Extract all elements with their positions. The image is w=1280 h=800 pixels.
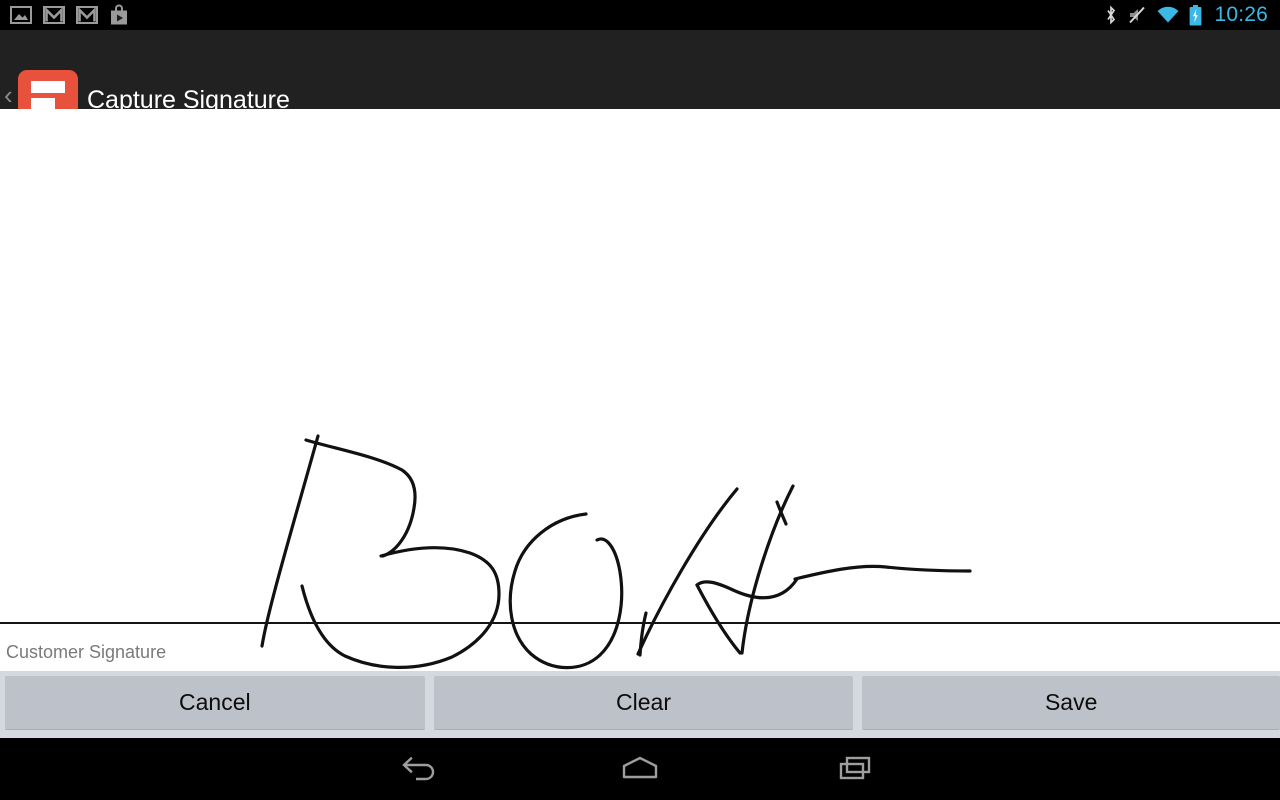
back-arrow-icon (402, 756, 435, 781)
action-bar: ‹ Capture Signature (0, 30, 1280, 136)
bluetooth-icon (1107, 5, 1116, 25)
nav-back-button[interactable] (358, 738, 488, 800)
system-status-icons: 10:26 (1104, 4, 1272, 26)
signature-stroke-5 (638, 611, 648, 657)
gmail-notification-icon-2 (76, 6, 98, 24)
signature-stroke-8 (695, 577, 799, 600)
signature-baseline (0, 622, 1280, 624)
status-clock: 10:26 (1214, 3, 1268, 26)
signature-stroke-9 (695, 583, 742, 655)
gmail-notification-icon (43, 6, 65, 24)
signature-stroke-6 (740, 484, 795, 655)
back-chevron-icon[interactable]: ‹ (4, 82, 18, 108)
system-navigation-bar (0, 738, 1280, 800)
save-button[interactable]: Save (862, 676, 1280, 730)
action-button-bar: Cancel Clear Save (0, 671, 1280, 738)
cancel-button[interactable]: Cancel (5, 676, 425, 730)
notification-icons (10, 4, 129, 26)
nav-home-button[interactable] (575, 738, 705, 800)
nav-recents-button[interactable] (792, 738, 922, 800)
signature-stroke-1 (304, 438, 417, 558)
recents-icon (839, 756, 871, 780)
device-screen: 10:26 ‹ Capture Signature Customer Signa… (0, 0, 1280, 800)
app-logo-bar-1 (31, 81, 65, 93)
status-bar: 10:26 (0, 0, 1280, 30)
signature-stroke-10 (793, 564, 972, 581)
signature-caption: Customer Signature (6, 642, 167, 662)
signature-stroke-3 (508, 512, 624, 670)
play-store-notification-icon (111, 4, 127, 25)
clear-button[interactable]: Clear (433, 676, 854, 730)
wifi-icon (1157, 6, 1179, 22)
home-icon (622, 756, 658, 779)
mute-icon (1129, 6, 1146, 24)
image-notification-icon (10, 6, 32, 24)
signature-stroke-2 (300, 546, 501, 669)
battery-charging-icon (1190, 4, 1202, 25)
signature-pad[interactable]: Customer Signature (0, 109, 1280, 671)
signature-ink[interactable] (0, 109, 1280, 671)
